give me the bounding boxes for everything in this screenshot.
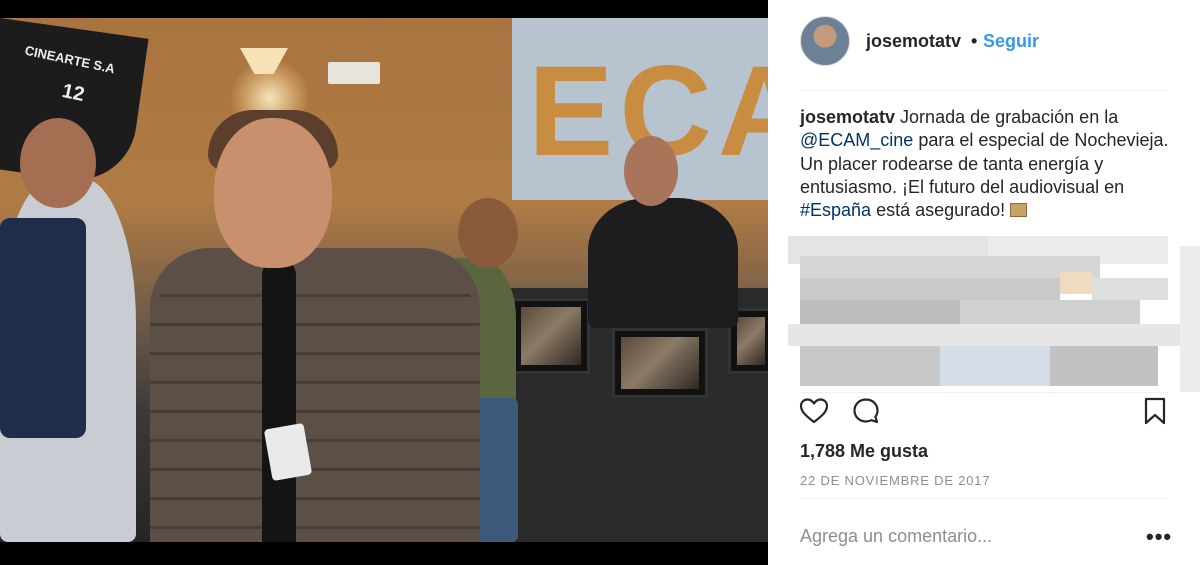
monitor <box>512 298 590 374</box>
exit-sign <box>328 62 380 84</box>
more-options-button[interactable]: ••• <box>1146 524 1172 550</box>
background-person-vest <box>0 218 86 438</box>
clapperboard-icon <box>1010 203 1028 218</box>
heart-icon[interactable] <box>798 395 832 431</box>
avatar-icon[interactable] <box>800 16 850 66</box>
vest-opening <box>262 258 296 542</box>
like-count[interactable]: 1,788 Me gusta <box>800 441 928 462</box>
caption-username[interactable]: josemotatv <box>800 107 895 127</box>
blurred-comments <box>788 236 1200 392</box>
caption-text-3: está asegurado! <box>876 200 1006 221</box>
header-divider <box>800 90 1168 91</box>
post-header: josemotatv • Seguir <box>768 0 1200 90</box>
separator-dot: • <box>971 31 978 51</box>
post-sidebar: josemotatv • Seguir josemotatv Jornada d… <box>768 0 1200 565</box>
header-username[interactable]: josemotatv <box>866 31 961 52</box>
footer-divider <box>800 498 1168 499</box>
caption-text-1: Jornada de grabación en la <box>900 107 1119 127</box>
background-person <box>588 198 738 328</box>
caption-mention[interactable]: @ECAM_cine <box>800 130 913 150</box>
follow-button[interactable]: Seguir <box>983 31 1039 52</box>
equipment-number: 12 <box>60 79 87 107</box>
post-date[interactable]: 22 DE NOVIEMBRE DE 2017 <box>800 473 990 488</box>
comments-divider <box>800 392 1168 393</box>
post-caption: josemotatv Jornada de grabación en la @E… <box>800 106 1170 222</box>
monitor <box>612 328 708 398</box>
caption-hashtag[interactable]: #España <box>800 200 871 220</box>
post-photo[interactable]: ECAM CINEARTE S.A 12 <box>0 18 768 542</box>
background-person-head <box>624 136 678 206</box>
comment-input[interactable] <box>800 522 1120 550</box>
background-person-head <box>20 118 96 208</box>
speech-bubble-icon[interactable] <box>850 395 884 431</box>
background-person-head <box>458 198 518 268</box>
action-bar <box>768 395 1200 435</box>
bookmark-icon[interactable] <box>1140 395 1174 431</box>
vest-quilting <box>150 268 480 542</box>
main-subject-face <box>214 118 332 268</box>
